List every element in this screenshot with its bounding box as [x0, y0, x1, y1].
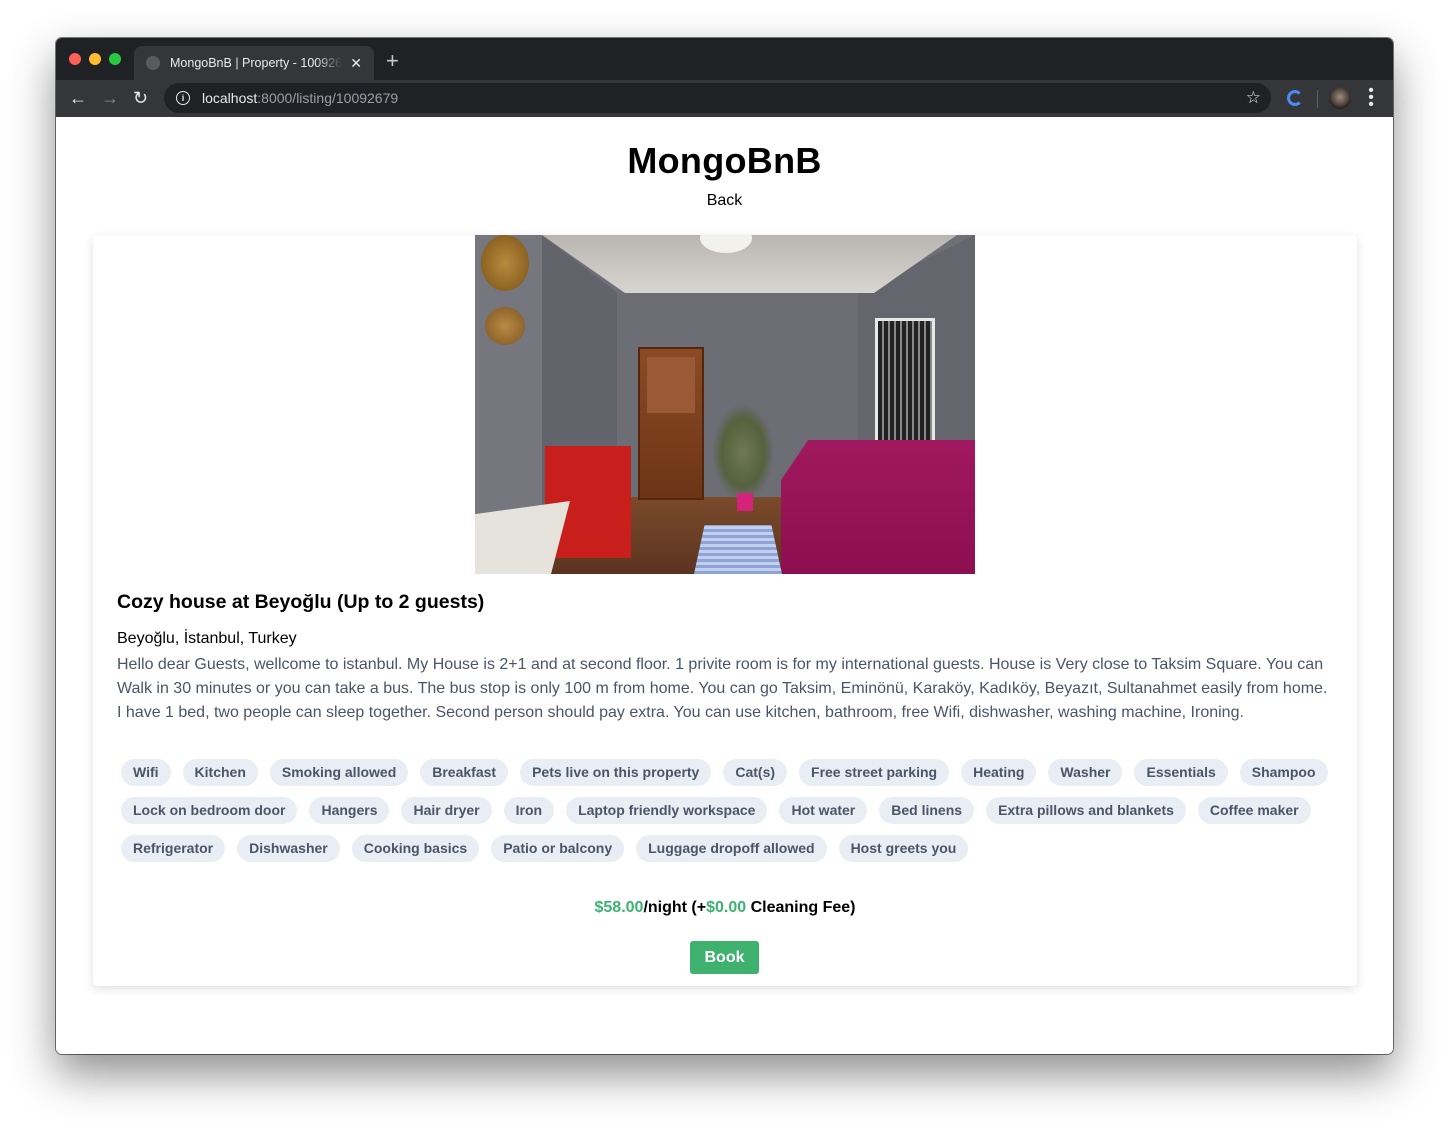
amenity-pill: Kitchen: [182, 759, 258, 786]
forward-arrow-icon[interactable]: →: [101, 88, 119, 108]
amenity-pill: Laptop friendly workspace: [566, 797, 768, 824]
back-link[interactable]: Back: [56, 192, 1393, 210]
bookmark-star-icon[interactable]: ☆: [1246, 88, 1261, 108]
new-tab-button[interactable]: +: [386, 50, 399, 72]
tab-title: MongoBnB | Property - 10092679: [170, 56, 343, 70]
amenity-pill: Heating: [961, 759, 1037, 786]
browser-tab[interactable]: MongoBnB | Property - 10092679 ✕: [134, 46, 374, 80]
listing-description: Hello dear Guests, wellcome to istanbul.…: [117, 656, 1328, 721]
listing-title: Cozy house at Beyoğlu (Up to 2 guests): [117, 591, 485, 613]
amenity-pill: Luggage dropoff allowed: [636, 835, 827, 862]
amenity-pill: Wifi: [121, 759, 171, 786]
amenity-pill: Breakfast: [420, 759, 509, 786]
amenity-pill: Pets live on this property: [520, 759, 712, 786]
price-line: $58.00/night (+$0.00 Cleaning Fee): [93, 899, 1357, 917]
book-button[interactable]: Book: [690, 941, 759, 974]
amenity-pill: Coffee maker: [1197, 797, 1311, 824]
kebab-menu-icon[interactable]: • • •: [1366, 83, 1376, 113]
amenity-pill: Extra pillows and blankets: [986, 797, 1186, 824]
address-bar[interactable]: i localhost:8000/listing/10092679 ☆: [164, 83, 1271, 113]
listing-photo: [475, 235, 975, 574]
url-path: :8000/listing/10092679: [257, 90, 399, 106]
toolbar-divider: [1317, 90, 1318, 108]
url-host: localhost: [202, 90, 258, 106]
close-icon[interactable]: ✕: [350, 55, 362, 72]
profile-avatar-icon[interactable]: [1329, 87, 1351, 109]
amenity-pill: Refrigerator: [121, 835, 226, 862]
amenity-pill: Bed linens: [879, 797, 975, 824]
cleaning-fee-label: Cleaning Fee): [746, 899, 856, 916]
amenity-pill: Hot water: [779, 797, 868, 824]
amenity-pill: Hangers: [309, 797, 390, 824]
globe-icon: [146, 56, 160, 70]
amenity-pill: Dishwasher: [237, 835, 340, 862]
amenity-pill: Patio or balcony: [491, 835, 625, 862]
amenity-pill: Cooking basics: [351, 835, 480, 862]
info-icon[interactable]: i: [176, 91, 190, 105]
browser-titlebar: MongoBnB | Property - 10092679 ✕ +: [56, 38, 1393, 80]
per-night-label: /night (+: [643, 899, 707, 916]
amenity-pill: Hair dryer: [401, 797, 492, 824]
browser-toolbar: ← → ↻ i localhost:8000/listing/10092679 …: [56, 80, 1393, 117]
amenity-pill: Washer: [1048, 759, 1123, 786]
amenity-pill: Free street parking: [799, 759, 950, 786]
url-text[interactable]: localhost:8000/listing/10092679: [202, 90, 398, 106]
browser-window: MongoBnB | Property - 10092679 ✕ + ← → ↻…: [56, 38, 1393, 1054]
amenity-pill: Lock on bedroom door: [121, 797, 298, 824]
listing-card: Cozy house at Beyoğlu (Up to 2 guests) B…: [93, 235, 1357, 986]
amenity-pill: Essentials: [1134, 759, 1228, 786]
amenity-pill: Iron: [503, 797, 555, 824]
nightly-price: $58.00: [594, 899, 644, 916]
minimize-window-button[interactable]: [89, 53, 101, 65]
amenity-pill: Cat(s): [723, 759, 788, 786]
cleaning-fee: $0.00: [706, 899, 747, 916]
amenity-pill: Smoking allowed: [269, 759, 409, 786]
maximize-window-button[interactable]: [109, 53, 121, 65]
listing-location: Beyoğlu, İstanbul, Turkey: [117, 630, 297, 647]
extension-icon[interactable]: [1287, 90, 1303, 106]
amenity-pill: Shampoo: [1239, 759, 1328, 786]
close-window-button[interactable]: [69, 53, 81, 65]
reload-icon[interactable]: ↻: [133, 88, 148, 108]
page-viewport: MongoBnB Back Cozy house at Beyoğlu (Up …: [56, 117, 1393, 1054]
amenity-pill: Host greets you: [838, 835, 969, 862]
back-arrow-icon[interactable]: ←: [69, 88, 87, 108]
amenities-list: Wifi Kitchen Smoking allowed Breakfast P…: [121, 759, 1331, 862]
site-title: MongoBnB: [627, 140, 822, 181]
